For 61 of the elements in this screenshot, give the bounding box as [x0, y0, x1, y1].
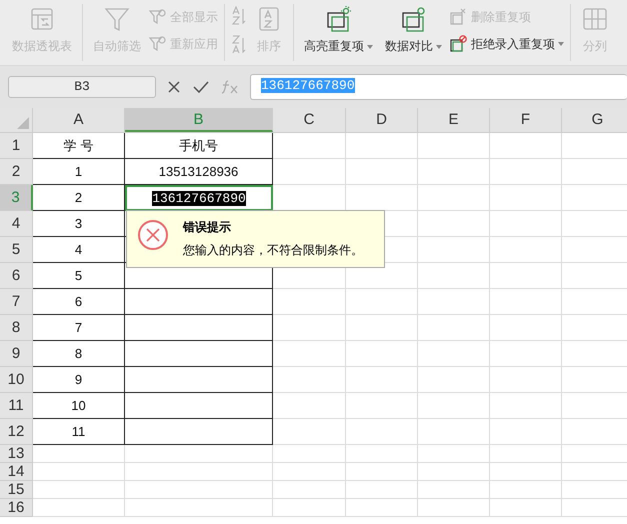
row-header[interactable]: 8 — [0, 315, 33, 341]
table-cell[interactable] — [125, 341, 273, 367]
column-header[interactable]: E — [418, 108, 490, 132]
highlight-duplicates-icon — [324, 5, 352, 33]
table-cell[interactable] — [125, 393, 273, 419]
close-icon[interactable] — [166, 79, 182, 95]
row-header[interactable]: 14 — [0, 463, 33, 481]
row-header[interactable]: 12 — [0, 419, 33, 445]
ribbon-button[interactable]: 拒绝录入重复项 — [450, 33, 564, 55]
filter-refresh-icon — [149, 35, 167, 53]
table-cell[interactable]: 11 — [33, 419, 125, 445]
row-header[interactable]: 11 — [0, 393, 33, 419]
select-all-icon[interactable] — [17, 117, 29, 129]
column-header[interactable]: C — [273, 108, 346, 132]
row-header[interactable]: 6 — [0, 263, 33, 289]
row-header[interactable]: 5 — [0, 237, 33, 263]
row-header[interactable]: 1 — [0, 133, 33, 159]
table-cell[interactable] — [125, 289, 273, 315]
table-cell[interactable]: 7 — [33, 315, 125, 341]
row-header[interactable]: 2 — [0, 159, 33, 185]
row-header[interactable]: 13 — [0, 445, 33, 463]
table-cell[interactable]: 13513128936 — [125, 159, 273, 185]
table-cell[interactable]: 手机号 — [125, 133, 273, 159]
ribbon-button[interactable]: 数据对比 — [381, 3, 446, 61]
column-header[interactable]: D — [346, 108, 418, 132]
row-header[interactable]: 15 — [0, 481, 33, 499]
row-header[interactable]: 7 — [0, 289, 33, 315]
remove-duplicates-icon — [450, 8, 468, 26]
table-cell[interactable]: 5 — [33, 263, 125, 289]
table-cell[interactable]: 10 — [33, 393, 125, 419]
row-header[interactable]: 9 — [0, 341, 33, 367]
caret-icon — [367, 44, 373, 49]
table-cell[interactable]: 8 — [33, 341, 125, 367]
row-header[interactable]: 16 — [0, 499, 33, 517]
table-cell[interactable]: 9 — [33, 367, 125, 393]
table-cell[interactable]: 3 — [33, 211, 125, 237]
caret-icon — [436, 44, 442, 49]
function-icon[interactable] — [220, 79, 240, 95]
row-header[interactable]: 10 — [0, 367, 33, 393]
name-box[interactable]: B3 — [8, 76, 156, 98]
table-cell[interactable]: 1 — [33, 159, 125, 185]
column-header[interactable]: G — [562, 108, 627, 132]
column-header[interactable]: F — [490, 108, 562, 132]
table-cell[interactable] — [125, 419, 273, 445]
table-cell[interactable] — [125, 315, 273, 341]
reject-duplicates-icon — [450, 35, 468, 53]
tooltip-title: 错误提示 — [183, 219, 232, 236]
filter-eye-icon — [149, 8, 167, 26]
table-cell[interactable]: 4 — [33, 237, 125, 263]
checkmark-icon[interactable] — [192, 79, 210, 95]
table-cell[interactable]: 6 — [33, 289, 125, 315]
error-icon — [137, 219, 169, 251]
table-cell[interactable]: 2 — [33, 185, 125, 211]
table-cell[interactable]: 学 号 — [33, 133, 125, 159]
table-cell[interactable] — [125, 367, 273, 393]
tooltip-message: 您输入的内容，不符合限制条件。 — [183, 242, 363, 259]
compare-data-icon — [400, 5, 428, 33]
caret-icon — [558, 42, 564, 46]
row-header[interactable]: 4 — [0, 211, 33, 237]
ribbon-button[interactable]: 高亮重复项 — [300, 3, 377, 61]
selected-text: 136127667890 — [152, 190, 246, 206]
